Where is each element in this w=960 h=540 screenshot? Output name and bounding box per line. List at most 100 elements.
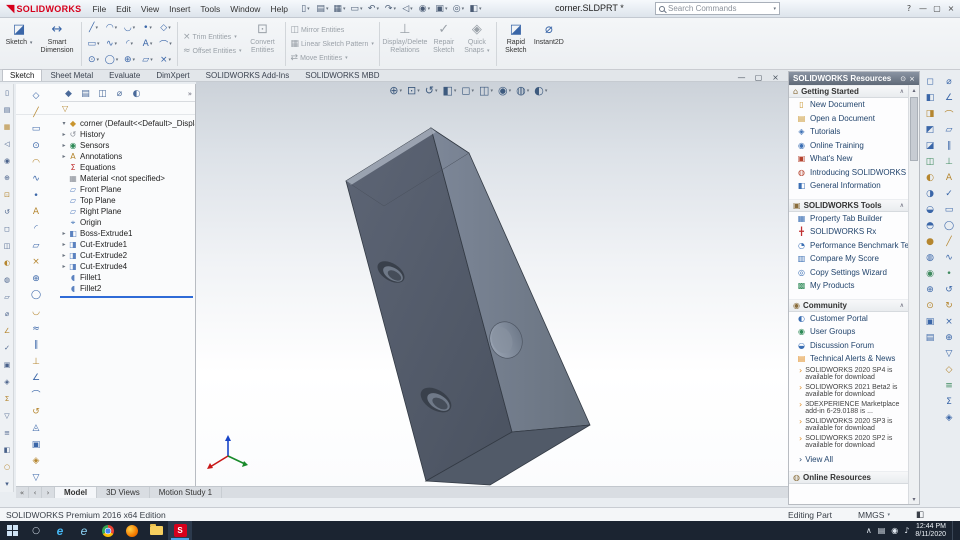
feature-tree-item[interactable]: ▸ ◨ Cut-Extrude4 <box>60 261 195 272</box>
tray-icon[interactable]: ♪ <box>904 526 909 535</box>
toolbar-icon[interactable]: • <box>940 266 958 282</box>
toolbar-icon[interactable]: ⊕ <box>0 169 14 186</box>
titlebar-toolbar-icon[interactable]: ◁ ▾ <box>399 2 416 16</box>
resource-link[interactable]: ▤ Open a Document <box>789 112 908 126</box>
sketch-entity-button[interactable]: ⊕ ▾ <box>121 53 138 68</box>
toolbar-icon[interactable]: ╱ <box>26 105 46 122</box>
help-button[interactable]: ? <box>902 1 916 15</box>
feature-tree-item[interactable]: ▸ ↺ History <box>60 129 195 140</box>
solidworks-app-button[interactable]: S <box>168 521 192 540</box>
toolbar-icon[interactable]: ⊥ <box>26 354 46 371</box>
toolbar-icon[interactable]: A <box>940 170 958 186</box>
panel-tab[interactable]: ▤ <box>77 86 94 101</box>
titlebar-toolbar-icon[interactable]: ◧ ▾ <box>467 2 484 16</box>
resource-link[interactable]: ╋ SOLIDWORKS Rx <box>789 225 908 239</box>
sketch-entity-button[interactable]: ▱ ▾ <box>139 53 156 68</box>
resource-link[interactable]: ▥ Compare My Score <box>789 252 908 266</box>
feature-tree-item[interactable]: Σ Equations <box>60 162 195 173</box>
instant2d-button[interactable]: ⌀ Instant2D <box>532 20 566 68</box>
sketch-entity-button[interactable]: ◡ ▾ <box>121 21 138 36</box>
toolbar-icon[interactable]: • <box>26 188 46 205</box>
close-icon[interactable]: × <box>909 75 915 83</box>
tab-scroll-start-button[interactable]: « <box>16 487 29 498</box>
menu-edit[interactable]: Edit <box>111 2 136 16</box>
toolbar-icon[interactable]: ⌀ <box>940 74 958 90</box>
resource-link[interactable]: ▯ New Document <box>789 98 908 112</box>
toolbar-icon[interactable]: × <box>940 314 958 330</box>
collapse-icon[interactable]: ∧ <box>900 202 904 209</box>
toolbar-icon[interactable]: ▦ <box>0 118 14 135</box>
display-delete-relations-button[interactable]: ⊥ Display/Delete Relations <box>382 20 427 68</box>
3d-part-model[interactable] <box>196 82 788 486</box>
tab-scroll-right-button[interactable]: › <box>42 487 55 498</box>
mirror-entities-button[interactable]: ◫ Mirror Entities <box>289 24 376 36</box>
toolbar-icon[interactable]: ▽ <box>26 470 46 487</box>
toolbar-icon[interactable]: ▱ <box>26 237 46 254</box>
ribbon-tab[interactable]: Evaluate <box>101 69 148 81</box>
titlebar-toolbar-icon[interactable]: ◎ ▾ <box>450 2 467 16</box>
toolbar-icon[interactable]: ◻ <box>0 220 14 237</box>
resource-link[interactable]: ◉ User Groups <box>789 325 908 339</box>
show-desktop-button[interactable] <box>952 521 956 540</box>
toolbar-icon[interactable]: ↺ <box>0 203 14 220</box>
resource-link[interactable]: ◧ General Information <box>789 179 908 193</box>
chrome-app-button[interactable] <box>96 521 120 540</box>
resource-link[interactable]: ▣ What's New <box>789 152 908 166</box>
feature-tree-item[interactable]: ◖ Fillet2 <box>60 283 195 294</box>
sketch-entity-button[interactable]: ◯ ▾ <box>103 53 120 68</box>
smart-dimension-button[interactable]: ↔ Smart Dimension <box>36 20 78 68</box>
toolbar-icon[interactable]: ⊙ <box>922 298 938 314</box>
toolbar-icon[interactable]: ◇ <box>26 88 46 105</box>
toolbar-icon[interactable]: ⊡ <box>0 186 14 203</box>
edge-app-button[interactable]: e <box>48 521 72 540</box>
toolbar-icon[interactable]: ∠ <box>26 370 46 387</box>
section-online-resources[interactable]: ◍ Online Resources <box>789 470 908 484</box>
panel-tab[interactable]: ◐ <box>128 86 145 101</box>
tray-icon[interactable]: ▤ <box>878 526 886 535</box>
collapse-icon[interactable]: ∧ <box>900 88 904 95</box>
toolbar-icon[interactable]: ◍ <box>922 250 938 266</box>
toolbar-icon[interactable]: ◓ <box>922 218 938 234</box>
task-pane-scrollbar[interactable]: ▴ ▾ <box>908 85 919 504</box>
toolbar-icon[interactable]: ▣ <box>922 314 938 330</box>
toolbar-icon[interactable]: ▣ <box>0 356 14 373</box>
quick-snaps-button[interactable]: ◈ Quick Snaps ▾ <box>461 20 493 68</box>
ribbon-tab[interactable]: Sheet Metal <box>42 69 101 81</box>
scroll-up-icon[interactable]: ▴ <box>909 85 919 95</box>
graphics-viewport[interactable]: ⊕ ▾ ⊡ ▾ ↺ ▾ ◧ ▾ ◻ ▾ ◫ ▾ ◉ ▾ ◍ ▾ ◐ ▾ <box>196 82 788 486</box>
expand-arrow[interactable]: ▾ <box>60 120 68 127</box>
expand-arrow[interactable]: ▸ <box>60 252 68 259</box>
search-dropdown-icon[interactable]: ▾ <box>773 6 776 12</box>
feature-tree-item[interactable]: ▸ ◉ Sensors <box>60 140 195 151</box>
sketch-entity-button[interactable]: • ▾ <box>139 21 156 36</box>
toolbar-icon[interactable]: ◐ <box>922 170 938 186</box>
toolbar-icon[interactable]: ◧ <box>922 90 938 106</box>
doc-minimize-button[interactable]: — <box>733 71 750 83</box>
expand-arrow[interactable]: ▸ <box>60 241 68 248</box>
toolbar-icon[interactable]: ◡ <box>26 304 46 321</box>
tray-icon[interactable]: ∧ <box>866 526 872 535</box>
menu-tools[interactable]: Tools <box>195 2 225 16</box>
section-community[interactable]: ◉ Community ∧ <box>789 298 908 312</box>
sketch-entity-button[interactable]: ◇ ▾ <box>157 21 174 36</box>
scrollbar-thumb[interactable] <box>910 97 918 161</box>
toolbar-icon[interactable]: ◐ <box>0 254 14 271</box>
toolbar-icon[interactable]: ◨ <box>922 106 938 122</box>
feature-tree-item[interactable]: ▱ Front Plane <box>60 184 195 195</box>
feature-tree-item[interactable]: ▱ Right Plane <box>60 206 195 217</box>
toolbar-icon[interactable]: ◯ <box>940 218 958 234</box>
menu-insert[interactable]: Insert <box>164 2 195 16</box>
feature-tree-item[interactable]: ▸ ◧ Boss-Extrude1 <box>60 228 195 239</box>
feature-tree-root[interactable]: ▾ ◆ corner (Default<<Default>_Display St… <box>60 118 195 129</box>
resource-link[interactable]: ◍ Introducing SOLIDWORKS <box>789 166 908 180</box>
panel-tabs-overflow-icon[interactable]: » <box>188 90 195 98</box>
study-tab[interactable]: Model <box>55 487 98 498</box>
section-solidworks-tools[interactable]: ▣ SOLIDWORKS Tools ∧ <box>789 198 908 212</box>
ribbon-tab[interactable]: DimXpert <box>148 69 197 81</box>
titlebar-toolbar-icon[interactable]: ▤ ▾ <box>314 2 331 16</box>
toolbar-icon[interactable]: ● <box>922 234 938 250</box>
news-item[interactable]: › SOLIDWORKS 2021 Beta2 is available for… <box>799 383 906 399</box>
toolbar-icon[interactable]: ▾ <box>0 475 14 492</box>
feature-tree-item[interactable]: ▦ Material <not specified> <box>60 173 195 184</box>
sketch-entity-button[interactable]: ◜ ▾ <box>121 37 138 52</box>
